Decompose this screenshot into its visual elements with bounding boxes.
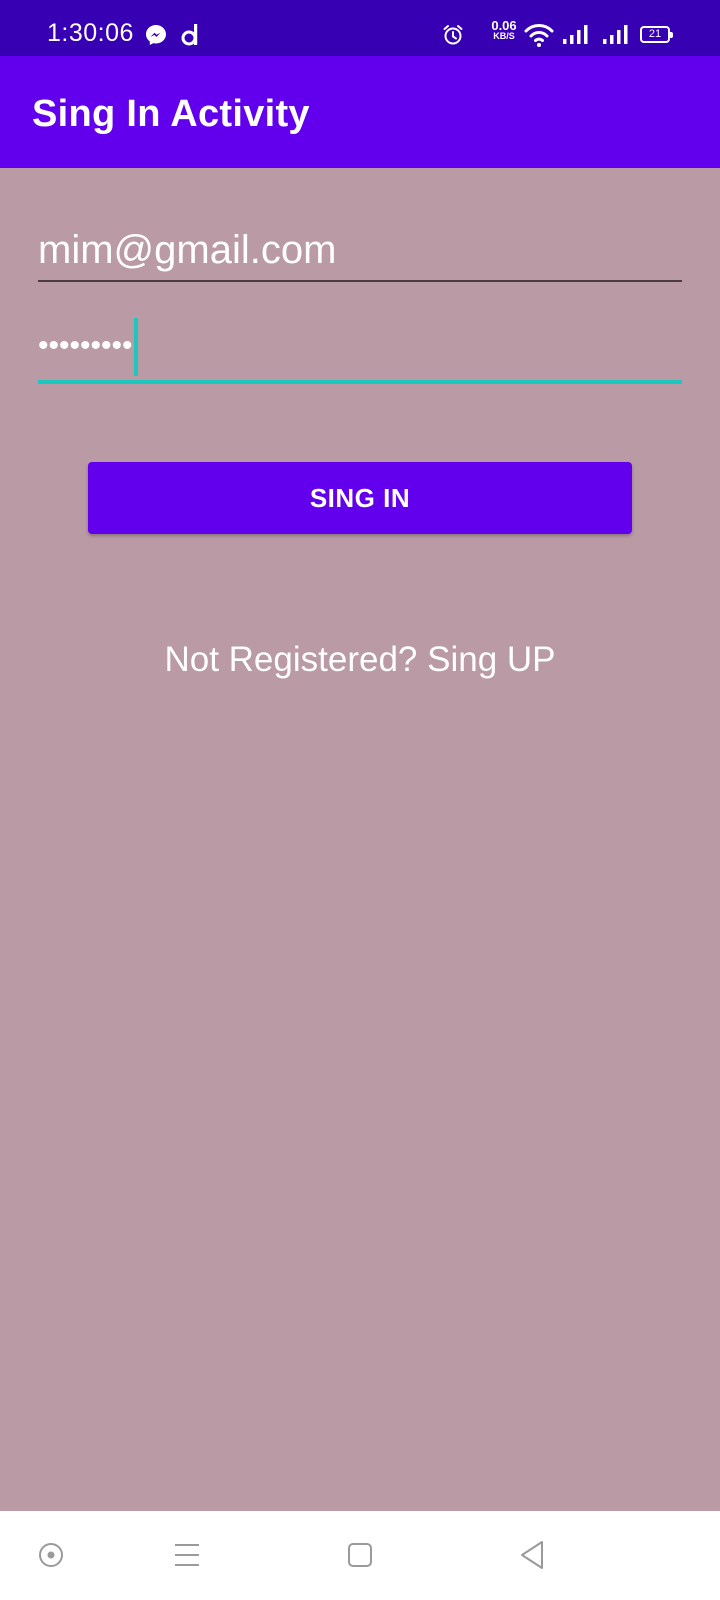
navigation-bar <box>0 1511 720 1600</box>
net-speed-unit: KB/S <box>493 31 515 41</box>
assistant-icon[interactable] <box>29 1533 73 1577</box>
sign-in-button[interactable]: SING IN <box>88 462 632 534</box>
status-bar: 1:30:06 0.06 KB/S 21 <box>0 0 720 56</box>
app-bar: Sing In Activity <box>0 56 720 168</box>
signal-icon <box>563 25 588 44</box>
battery-icon: 21 <box>640 26 673 43</box>
email-field-underline <box>38 280 682 282</box>
home-icon[interactable] <box>338 1533 382 1577</box>
alarm-icon <box>443 25 463 45</box>
text-cursor <box>134 318 138 376</box>
status-time: 1:30:06 <box>47 19 134 47</box>
password-field-underline <box>38 380 682 384</box>
back-icon[interactable] <box>510 1533 554 1577</box>
email-field[interactable]: mim@gmail.com <box>38 228 682 272</box>
signal-icon <box>603 25 628 44</box>
password-value: ••••••••• <box>38 329 133 362</box>
d-app-icon <box>181 24 198 46</box>
battery-level: 21 <box>648 28 662 40</box>
menu-icon[interactable] <box>165 1533 209 1577</box>
page-title: Sing In Activity <box>32 93 310 135</box>
wifi-icon <box>524 24 554 47</box>
sign-up-link[interactable]: Not Registered? Sing UP <box>0 640 720 680</box>
sign-in-form: mim@gmail.com ••••••••• SING IN Not Regi… <box>0 168 720 1511</box>
net-speed-value: 0.06 <box>491 18 517 33</box>
messenger-icon <box>146 25 166 45</box>
net-speed-indicator: 0.06 KB/S <box>484 18 524 42</box>
